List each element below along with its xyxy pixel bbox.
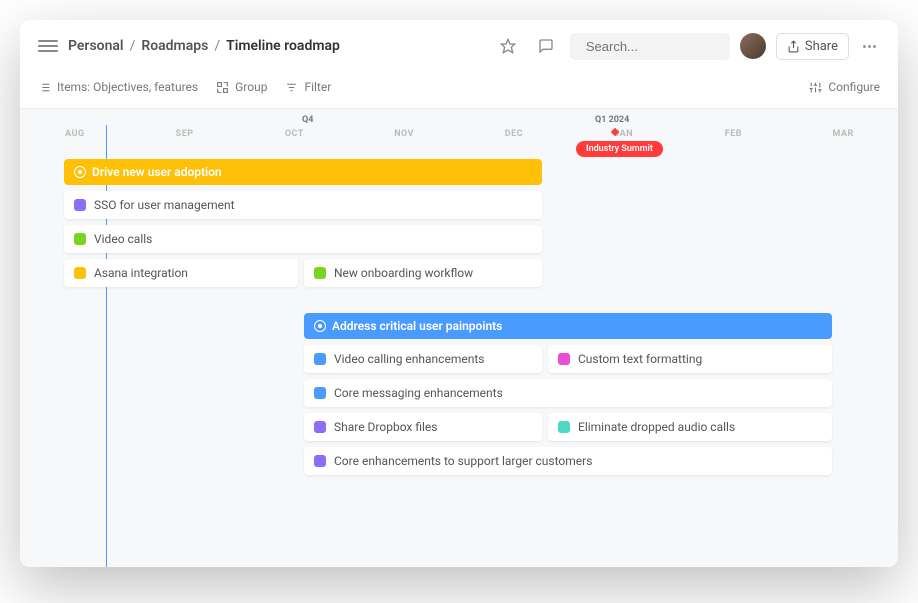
chip-icon: [558, 421, 570, 433]
objective-title: Address critical user painpoints: [332, 319, 502, 333]
timeline-area[interactable]: Q4 Q1 2024 AUG SEP OCT NOV DEC JAN FEB M…: [20, 109, 898, 567]
share-button[interactable]: Share: [776, 33, 849, 60]
breadcrumb-personal[interactable]: Personal: [68, 38, 124, 54]
chip-icon: [314, 387, 326, 399]
star-icon[interactable]: [494, 32, 522, 60]
chip-icon: [314, 353, 326, 365]
menu-button[interactable]: [38, 36, 58, 56]
share-icon: [787, 40, 800, 53]
card-dropped-calls[interactable]: Eliminate dropped audio calls: [548, 413, 832, 441]
breadcrumb-roadmaps[interactable]: Roadmaps: [141, 38, 208, 54]
group-icon: [216, 81, 229, 94]
configure-tool[interactable]: Configure: [809, 80, 880, 94]
month-label: MAR: [788, 129, 898, 139]
card-custom-formatting[interactable]: Custom text formatting: [548, 345, 832, 373]
chip-icon: [74, 267, 86, 279]
card-label: Core messaging enhancements: [334, 386, 503, 400]
chip-icon: [74, 233, 86, 245]
comment-icon[interactable]: [532, 32, 560, 60]
month-label: NOV: [349, 129, 459, 139]
objective-title: Drive new user adoption: [92, 165, 222, 179]
month-label: DEC: [459, 129, 569, 139]
chip-icon: [558, 353, 570, 365]
breadcrumb-current[interactable]: Timeline roadmap: [226, 38, 340, 54]
filter-icon: [285, 81, 298, 94]
filter-label: Filter: [304, 80, 331, 94]
configure-label: Configure: [828, 80, 880, 94]
chip-icon: [314, 267, 326, 279]
group-label: Group: [235, 80, 267, 94]
month-label: JAN: [569, 129, 679, 139]
card-sso[interactable]: SSO for user management: [64, 191, 542, 219]
card-label: Video calls: [94, 232, 152, 246]
objective-painpoints[interactable]: Address critical user painpoints: [304, 313, 832, 339]
items-label: Items: Objectives, features: [57, 80, 198, 94]
card-label: Asana integration: [94, 266, 188, 280]
filter-tool[interactable]: Filter: [285, 80, 331, 94]
chip-icon: [314, 455, 326, 467]
target-icon: [314, 320, 326, 332]
card-video-enhancements[interactable]: Video calling enhancements: [304, 345, 542, 373]
card-label: Eliminate dropped audio calls: [578, 420, 735, 434]
card-video-calls[interactable]: Video calls: [64, 225, 542, 253]
card-label: Core enhancements to support larger cust…: [334, 454, 592, 468]
search-input[interactable]: [570, 33, 730, 60]
card-core-larger[interactable]: Core enhancements to support larger cust…: [304, 447, 832, 475]
month-label: SEP: [130, 129, 240, 139]
months-row: AUG SEP OCT NOV DEC JAN FEB MAR: [20, 109, 898, 147]
card-dropbox[interactable]: Share Dropbox files: [304, 413, 542, 441]
objective-drive-adoption[interactable]: Drive new user adoption: [64, 159, 542, 185]
month-label: OCT: [240, 129, 350, 139]
sliders-icon: [809, 81, 822, 94]
card-label: Share Dropbox files: [334, 420, 437, 434]
avatar[interactable]: [740, 33, 766, 59]
card-label: Video calling enhancements: [334, 352, 484, 366]
target-icon: [74, 166, 86, 178]
card-asana[interactable]: Asana integration: [64, 259, 298, 287]
chip-icon: [74, 199, 86, 211]
card-label: New onboarding workflow: [334, 266, 473, 280]
card-onboarding[interactable]: New onboarding workflow: [304, 259, 542, 287]
card-label: SSO for user management: [94, 198, 235, 212]
month-label: AUG: [20, 129, 130, 139]
share-label: Share: [805, 39, 838, 54]
more-button[interactable]: [859, 41, 880, 52]
group-tool[interactable]: Group: [216, 80, 267, 94]
month-label: FEB: [679, 129, 789, 139]
card-core-messaging[interactable]: Core messaging enhancements: [304, 379, 832, 407]
card-label: Custom text formatting: [578, 352, 702, 366]
list-icon: [38, 81, 51, 94]
items-tool[interactable]: Items: Objectives, features: [38, 80, 198, 94]
chip-icon: [314, 421, 326, 433]
breadcrumb: Personal / Roadmaps / Timeline roadmap: [68, 38, 340, 54]
